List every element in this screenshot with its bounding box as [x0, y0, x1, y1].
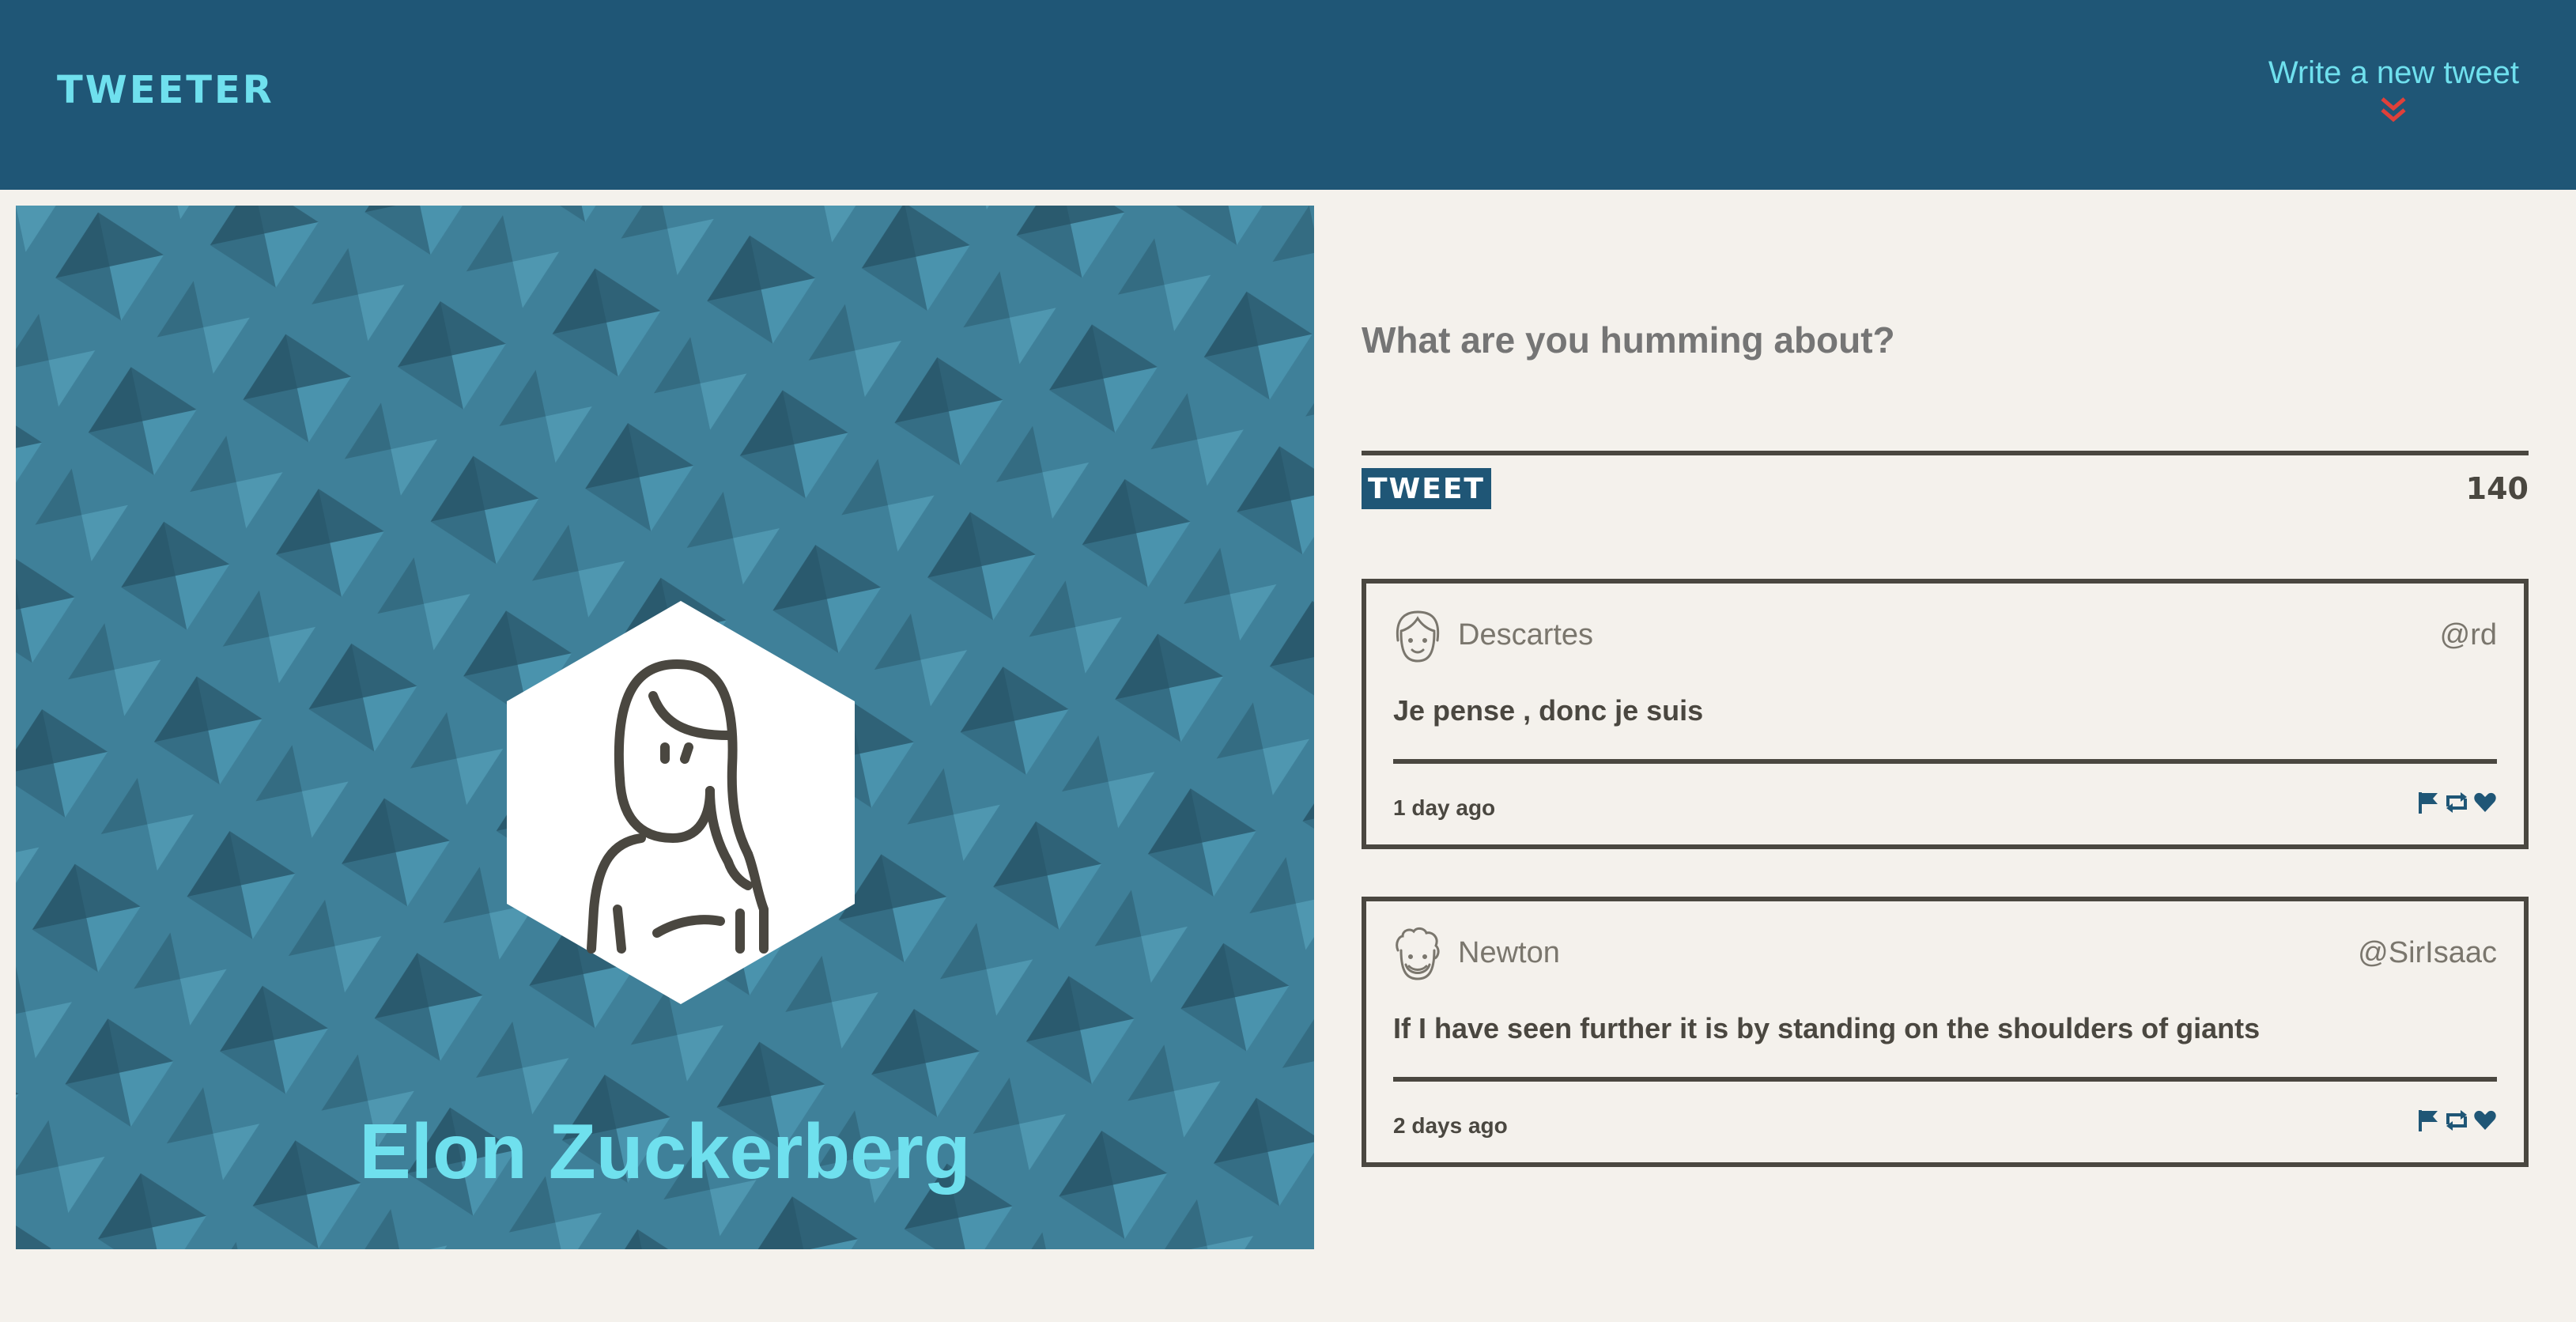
retweet-icon[interactable] [2443, 791, 2470, 818]
tweet-card: Newton @SirIsaac If I have seen further … [1362, 897, 2529, 1167]
retweet-icon[interactable] [2443, 1109, 2470, 1136]
profile-card: Elon Zuckerberg [16, 206, 1314, 1249]
heart-icon[interactable] [2473, 1109, 2497, 1136]
tweet-timestamp: 1 day ago [1393, 795, 1496, 820]
tweet-timestamp: 2 days ago [1393, 1113, 1508, 1138]
top-navbar: TWEETER Write a new tweet [0, 0, 2576, 190]
tweet-author-name[interactable]: Newton [1458, 936, 1560, 970]
tweet-actions [2416, 1109, 2497, 1136]
curly-hair-face-icon [1396, 927, 1440, 980]
write-new-tweet-link[interactable]: Write a new tweet [2268, 55, 2519, 124]
tweet-divider [1393, 1077, 2497, 1082]
tweet-divider [1393, 759, 2497, 764]
flag-icon[interactable] [2416, 1109, 2440, 1136]
tweet-text: If I have seen further it is by standing… [1393, 1012, 2261, 1044]
tweet-card: Descartes @rd Je pense , donc je suis 1 … [1362, 579, 2529, 849]
person-hexagon-avatar [507, 601, 855, 1004]
tweet-text: Je pense , donc je suis [1393, 694, 1704, 727]
face-icon [1396, 610, 1440, 663]
tweet-author-name[interactable]: Descartes [1458, 618, 1593, 652]
tweet-actions [2416, 791, 2497, 818]
tweet-input[interactable] [1362, 308, 2529, 372]
flag-icon[interactable] [2416, 791, 2440, 818]
tweet-input-underline [1362, 451, 2529, 455]
profile-name: Elon Zuckerberg [359, 1108, 971, 1195]
tweet-button[interactable]: TWEET [1362, 468, 1491, 509]
character-counter: 140 [2465, 471, 2529, 506]
write-new-tweet-label[interactable]: Write a new tweet [2268, 55, 2519, 91]
tweet-author-handle[interactable]: @SirIsaac [2358, 936, 2497, 970]
double-chevron-down-icon[interactable] [2379, 96, 2408, 124]
tweet-composer: TWEET 140 [1362, 308, 2529, 509]
app-logo[interactable]: TWEETER [57, 68, 274, 112]
tweet-author-handle[interactable]: @rd [2440, 618, 2497, 652]
heart-icon[interactable] [2473, 791, 2497, 818]
